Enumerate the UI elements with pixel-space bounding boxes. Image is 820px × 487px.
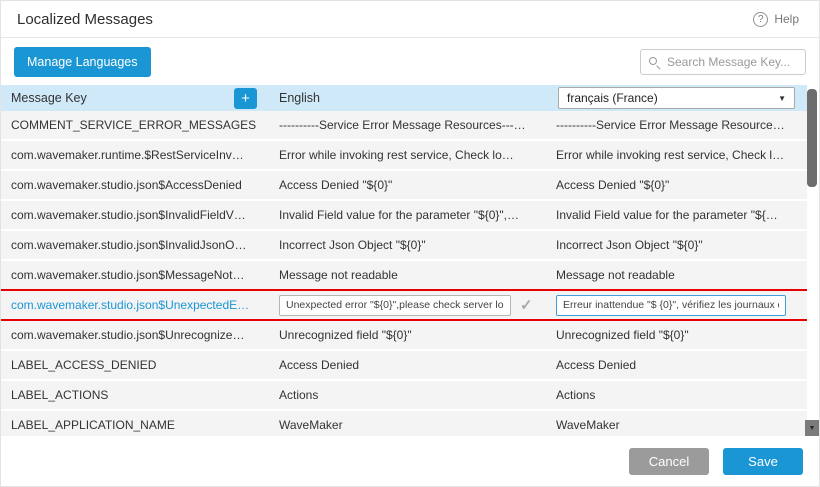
message-key-cell: com.wavemaker.studio.json$Unrecognize… bbox=[1, 321, 269, 349]
titlebar: Localized Messages ? Help bbox=[1, 1, 819, 38]
confirm-check-icon[interactable]: ✓ bbox=[520, 296, 533, 314]
scrollbar[interactable]: ▼ bbox=[805, 85, 819, 438]
cancel-button[interactable]: Cancel bbox=[629, 448, 709, 475]
column-header-language: français (France) ▼ bbox=[546, 85, 807, 111]
english-cell: Access Denied bbox=[269, 351, 546, 379]
manage-languages-button[interactable]: Manage Languages bbox=[14, 47, 151, 77]
message-key-cell: com.wavemaker.studio.json$InvalidFieldV… bbox=[1, 201, 269, 229]
caret-down-icon: ▼ bbox=[809, 425, 816, 432]
toolbar: Manage Languages bbox=[1, 38, 819, 85]
english-cell: Invalid Field value for the parameter "$… bbox=[269, 201, 546, 229]
english-edit-input[interactable] bbox=[279, 295, 511, 316]
save-button[interactable]: Save bbox=[723, 448, 803, 475]
search-box bbox=[640, 49, 806, 75]
table-header: Message Key + English français (France) … bbox=[1, 85, 807, 111]
english-cell: ----------Service Error Message Resource… bbox=[269, 111, 546, 139]
table-row[interactable]: com.wavemaker.studio.json$Unrecognize…Un… bbox=[1, 321, 807, 349]
help-button[interactable]: ? Help bbox=[753, 12, 799, 27]
language-select-value: français (France) bbox=[567, 91, 658, 105]
table-row[interactable]: LABEL_APPLICATION_NAMEWaveMakerWaveMaker bbox=[1, 411, 807, 438]
scrollbar-thumb[interactable] bbox=[807, 89, 817, 187]
search-icon bbox=[649, 57, 657, 65]
table-row[interactable]: com.wavemaker.studio.json$InvalidJsonO…I… bbox=[1, 231, 807, 259]
help-label: Help bbox=[774, 12, 799, 26]
column-header-english: English bbox=[269, 85, 546, 111]
message-key-cell: com.wavemaker.studio.json$InvalidJsonO… bbox=[1, 231, 269, 259]
message-key-cell: com.wavemaker.studio.json$AccessDenied bbox=[1, 171, 269, 199]
english-cell: Actions bbox=[269, 381, 546, 409]
column-header-message-key: Message Key + bbox=[1, 85, 269, 111]
page-title: Localized Messages bbox=[17, 11, 153, 28]
message-key-cell: com.wavemaker.runtime.$RestServiceInv… bbox=[1, 141, 269, 169]
table-row[interactable]: LABEL_ACTIONSActionsActions bbox=[1, 381, 807, 409]
english-cell: Message not readable bbox=[269, 261, 546, 289]
french-edit-input[interactable] bbox=[556, 295, 786, 316]
french-cell: Message not readable bbox=[546, 261, 807, 289]
message-key-cell: COMMENT_SERVICE_ERROR_MESSAGES bbox=[1, 111, 269, 139]
french-cell: Access Denied "${0}" bbox=[546, 171, 807, 199]
message-key-column-label: Message Key bbox=[11, 91, 87, 105]
french-cell: Unrecognized field "${0}" bbox=[546, 321, 807, 349]
english-cell: Unrecognized field "${0}" bbox=[269, 321, 546, 349]
french-cell: Access Denied bbox=[546, 351, 807, 379]
table-row[interactable]: com.wavemaker.studio.json$MessageNot…Mes… bbox=[1, 261, 807, 289]
french-cell: Actions bbox=[546, 381, 807, 409]
search-input[interactable] bbox=[640, 49, 806, 75]
message-key-cell: LABEL_ACCESS_DENIED bbox=[1, 351, 269, 379]
english-cell: Incorrect Json Object "${0}" bbox=[269, 231, 546, 259]
english-cell: WaveMaker bbox=[269, 411, 546, 438]
table-row[interactable]: com.wavemaker.studio.json$AccessDeniedAc… bbox=[1, 171, 807, 199]
table-row[interactable]: com.wavemaker.runtime.$RestServiceInv…Er… bbox=[1, 141, 807, 169]
french-cell: ----------Service Error Message Resource… bbox=[546, 111, 807, 139]
help-icon: ? bbox=[753, 12, 768, 27]
localized-messages-dialog: Localized Messages ? Help Manage Languag… bbox=[0, 0, 820, 487]
message-key-cell: LABEL_ACTIONS bbox=[1, 381, 269, 409]
french-cell: Error while invoking rest service, Check… bbox=[546, 141, 807, 169]
message-key-cell: com.wavemaker.studio.json$UnexpectedE… bbox=[1, 291, 269, 319]
message-key-cell: com.wavemaker.studio.json$MessageNot… bbox=[1, 261, 269, 289]
message-key-cell: LABEL_APPLICATION_NAME bbox=[1, 411, 269, 438]
scroll-down-button[interactable]: ▼ bbox=[805, 420, 819, 436]
english-cell: Error while invoking rest service, Check… bbox=[269, 141, 546, 169]
french-cell: Incorrect Json Object "${0}" bbox=[546, 231, 807, 259]
english-cell: Access Denied "${0}" bbox=[269, 171, 546, 199]
table-body: COMMENT_SERVICE_ERROR_MESSAGES----------… bbox=[1, 111, 807, 438]
add-message-key-button[interactable]: + bbox=[234, 88, 257, 109]
french-cell bbox=[546, 291, 807, 319]
chevron-down-icon: ▼ bbox=[778, 94, 786, 103]
english-cell: ✓ bbox=[269, 291, 546, 319]
footer: Cancel Save bbox=[1, 436, 819, 486]
table-row[interactable]: LABEL_ACCESS_DENIEDAccess DeniedAccess D… bbox=[1, 351, 807, 379]
french-cell: WaveMaker bbox=[546, 411, 807, 438]
table-row[interactable]: COMMENT_SERVICE_ERROR_MESSAGES----------… bbox=[1, 111, 807, 139]
table-row[interactable]: com.wavemaker.studio.json$InvalidFieldV…… bbox=[1, 201, 807, 229]
language-select[interactable]: français (France) ▼ bbox=[558, 87, 795, 109]
messages-table: Message Key + English français (France) … bbox=[1, 85, 807, 438]
table-row[interactable]: com.wavemaker.studio.json$UnexpectedE… ✓ bbox=[1, 291, 807, 319]
french-cell: Invalid Field value for the parameter "$… bbox=[546, 201, 807, 229]
